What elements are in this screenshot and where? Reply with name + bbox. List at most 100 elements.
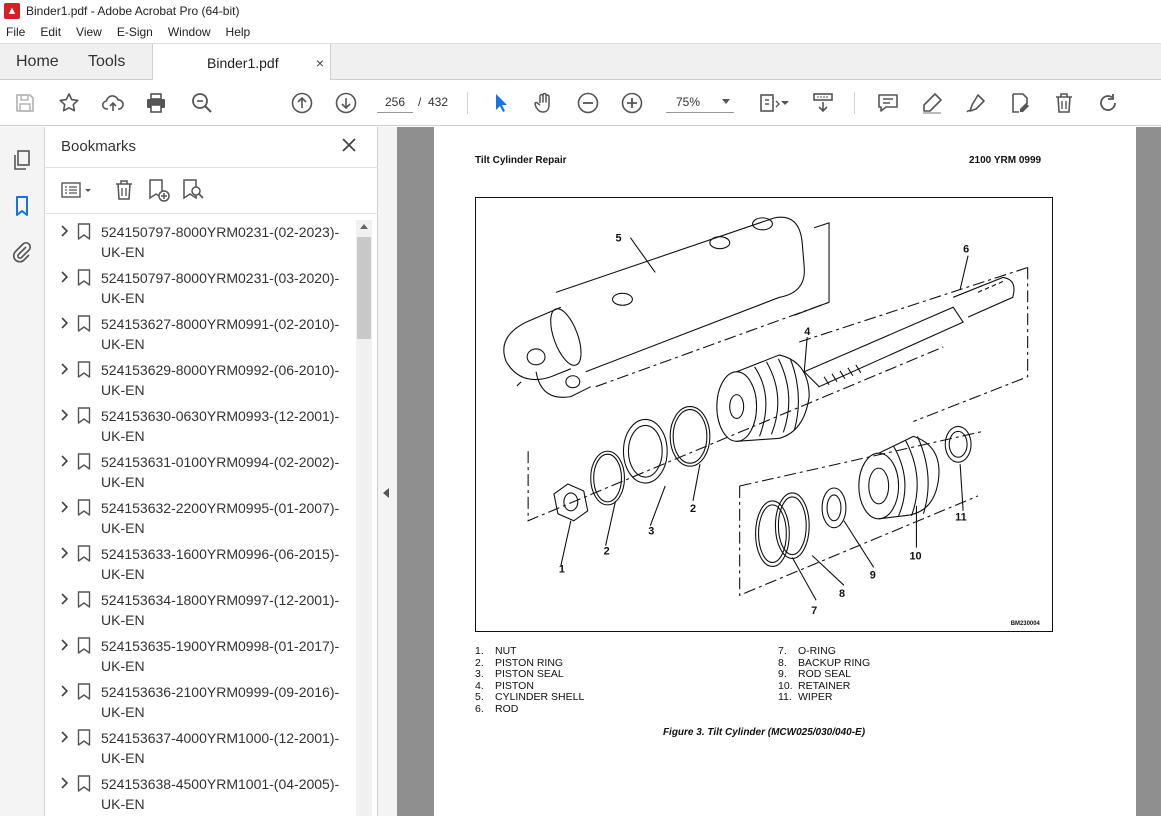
legend-text: CYLINDER SHELL xyxy=(495,691,585,703)
close-icon[interactable] xyxy=(340,136,358,154)
tab-document[interactable]: Binder1.pdf × xyxy=(152,44,331,81)
tab-close-icon[interactable]: × xyxy=(316,55,324,71)
scroll-mode-icon[interactable] xyxy=(811,91,835,115)
callout-6: 6 xyxy=(963,244,969,256)
window-title: Binder1.pdf - Adobe Acrobat Pro (64-bit) xyxy=(26,4,240,18)
menu-edit[interactable]: Edit xyxy=(40,25,61,39)
menu-bar: File Edit View E-Sign Window Help xyxy=(0,22,1161,42)
menu-window[interactable]: Window xyxy=(168,25,211,39)
page-number-input[interactable]: 256 xyxy=(377,91,413,113)
upload-cloud-icon[interactable] xyxy=(101,91,125,115)
search-zoom-icon[interactable] xyxy=(190,91,214,115)
zoom-value: 75% xyxy=(676,94,701,109)
new-bookmark-icon[interactable] xyxy=(145,177,171,203)
chevron-right-icon[interactable] xyxy=(58,685,70,697)
zoom-in-icon[interactable] xyxy=(620,91,644,115)
callout-2b: 2 xyxy=(690,503,696,515)
chevron-right-icon[interactable] xyxy=(58,363,70,375)
collapse-arrow-icon[interactable] xyxy=(383,488,389,498)
legend-text: NUT xyxy=(495,645,517,657)
edit-pdf-icon[interactable] xyxy=(1008,91,1032,115)
hand-tool-icon[interactable] xyxy=(532,91,556,115)
previous-page-icon[interactable] xyxy=(290,91,314,115)
legend-right: 7. O-RING 8. BACKUP RING 9. ROD SEAL 10. RETAIN… xyxy=(778,645,870,704)
bookmark-item[interactable]: 524153638-4500YRM1001-(04-2005)-UK-EN xyxy=(45,772,355,816)
bookmark-label: 524153629-8000YRM0992-(06-2010)-UK-EN xyxy=(101,362,340,398)
bookmark-toolbar xyxy=(45,177,378,205)
delete-bookmark-icon[interactable] xyxy=(111,177,137,203)
bookmark-icon xyxy=(77,269,91,286)
bookmark-item[interactable]: 524153632-2200YRM0995-(01-2007)-UK-EN xyxy=(45,496,355,542)
attachment-icon[interactable] xyxy=(10,240,34,264)
legend-number: 1. xyxy=(475,645,484,657)
bookmark-item[interactable]: 524153636-2100YRM0999-(09-2016)-UK-EN xyxy=(45,680,355,726)
page-thumbnails-icon[interactable] xyxy=(10,148,34,172)
bookmark-rail-icon[interactable] xyxy=(10,194,34,218)
chevron-right-icon[interactable] xyxy=(58,501,70,513)
delete-icon[interactable] xyxy=(1052,91,1076,115)
tab-tools[interactable]: Tools xyxy=(88,44,125,80)
bookmarks-panel: Bookmarks 524150797-8000YRM0231-(02-2023… xyxy=(45,127,378,816)
save-icon[interactable] xyxy=(13,91,37,115)
chevron-right-icon[interactable] xyxy=(58,455,70,467)
fit-page-dropdown-icon[interactable] xyxy=(780,95,790,105)
menu-file[interactable]: File xyxy=(6,25,25,39)
legend-number: 3. xyxy=(475,668,484,680)
legend-row: 5. CYLINDER SHELL xyxy=(475,691,585,704)
bookmark-item[interactable]: 524150797-8000YRM0231-(03-2020)-UK-EN xyxy=(45,266,355,312)
redo-icon[interactable] xyxy=(1096,91,1120,115)
divider xyxy=(45,213,378,214)
star-icon[interactable] xyxy=(57,91,81,115)
menu-esign[interactable]: E-Sign xyxy=(117,25,153,39)
bookmark-item[interactable]: 524153634-1800YRM0997-(12-2001)-UK-EN xyxy=(45,588,355,634)
select-cursor-icon[interactable] xyxy=(489,91,513,115)
sign-icon[interactable] xyxy=(964,91,988,115)
chevron-right-icon[interactable] xyxy=(58,409,70,421)
highlight-pen-icon[interactable] xyxy=(920,91,944,115)
bookmark-item[interactable]: 524153633-1600YRM0996-(06-2015)-UK-EN xyxy=(45,542,355,588)
bookmark-item[interactable]: 524153635-1900YRM0998-(01-2017)-UK-EN xyxy=(45,634,355,680)
bookmark-item[interactable]: 524153627-8000YRM0991-(02-2010)-UK-EN xyxy=(45,312,355,358)
bookmark-item[interactable]: 524150797-8000YRM0231-(02-2023)-UK-EN xyxy=(45,220,355,266)
panel-collapse-strip[interactable] xyxy=(378,127,397,816)
bookmark-item[interactable]: 524153637-4000YRM1000-(12-2001)-UK-EN xyxy=(45,726,355,772)
print-icon[interactable] xyxy=(144,91,168,115)
bookmark-icon xyxy=(77,729,91,746)
legend-text: ROD SEAL xyxy=(798,668,852,680)
main-toolbar xyxy=(0,80,1161,126)
callout-7: 7 xyxy=(811,605,817,617)
menu-view[interactable]: View xyxy=(76,25,102,39)
chevron-right-icon[interactable] xyxy=(58,317,70,329)
bookmark-label: 524153632-2200YRM0995-(01-2007)-UK-EN xyxy=(101,500,340,536)
options-menu-icon[interactable] xyxy=(59,177,95,203)
bookmark-icon xyxy=(77,683,91,700)
chevron-right-icon[interactable] xyxy=(58,271,70,283)
chevron-right-icon[interactable] xyxy=(58,225,70,237)
bookmark-item[interactable]: 524153630-0630YRM0993-(12-2001)-UK-EN xyxy=(45,404,355,450)
chevron-right-icon[interactable] xyxy=(58,639,70,651)
scroll-up-icon[interactable] xyxy=(360,224,368,229)
page-separator: / xyxy=(418,95,422,109)
chevron-right-icon[interactable] xyxy=(58,547,70,559)
next-page-icon[interactable] xyxy=(334,91,358,115)
chevron-right-icon[interactable] xyxy=(58,593,70,605)
panel-title: Bookmarks xyxy=(61,138,137,155)
chevron-right-icon[interactable] xyxy=(58,731,70,743)
zoom-select[interactable]: 75% xyxy=(666,91,734,113)
bookmark-label: 524153638-4500YRM1001-(04-2005)-UK-EN xyxy=(101,776,340,812)
bookmark-item[interactable]: 524153631-0100YRM0994-(02-2002)-UK-EN xyxy=(45,450,355,496)
page-total: 432 xyxy=(428,95,449,109)
bookmark-icon xyxy=(77,407,91,424)
fit-page-icon[interactable] xyxy=(757,91,781,115)
bookmark-item[interactable]: 524153629-8000YRM0992-(06-2010)-UK-EN xyxy=(45,358,355,404)
find-bookmark-icon[interactable] xyxy=(179,177,205,203)
tab-home[interactable]: Home xyxy=(16,44,59,80)
legend-text: PISTON SEAL xyxy=(495,668,564,680)
comment-icon[interactable] xyxy=(876,91,900,115)
zoom-out-icon[interactable] xyxy=(576,91,600,115)
title-bar: ▲ Binder1.pdf - Adobe Acrobat Pro (64-bi… xyxy=(0,0,1161,22)
scrollbar-thumb[interactable] xyxy=(357,237,371,339)
chevron-right-icon[interactable] xyxy=(58,777,70,789)
page-header-title: Tilt Cylinder Repair xyxy=(475,155,567,166)
menu-help[interactable]: Help xyxy=(226,25,251,39)
